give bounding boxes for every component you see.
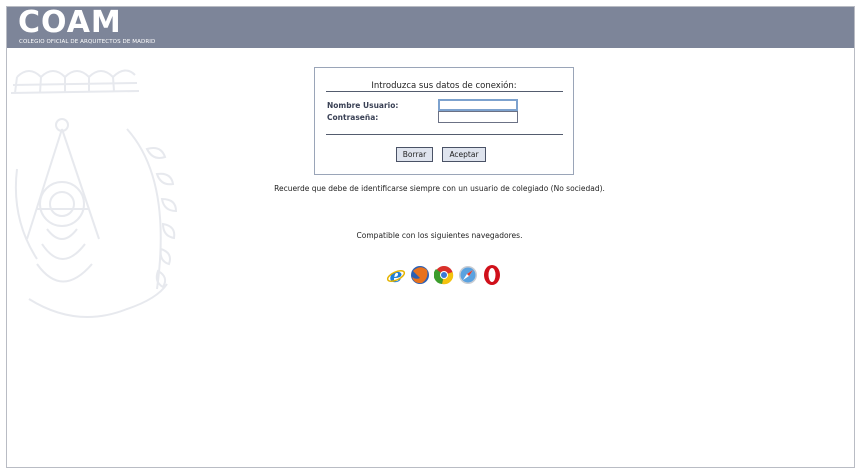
password-input[interactable] — [438, 111, 518, 123]
login-notice: Recuerde que debe de identificarse siemp… — [274, 184, 605, 193]
compatibility-text: Compatible con los siguientes navegadore… — [356, 231, 523, 240]
opera-icon[interactable] — [482, 264, 502, 286]
login-title: Introduzca sus datos de conexión: — [371, 81, 517, 91]
page-frame: COAM COLEGIO OFICIAL DE ARQUITECTOS DE M… — [6, 6, 855, 468]
username-input[interactable] — [438, 99, 518, 111]
divider — [326, 91, 563, 92]
logo-subtitle: COLEGIO OFICIAL DE ARQUITECTOS DE MADRID — [19, 39, 156, 45]
safari-icon[interactable] — [458, 264, 478, 286]
svg-text:e: e — [390, 264, 403, 286]
internet-explorer-icon[interactable]: e — [386, 264, 406, 286]
username-label: Nombre Usuario: — [327, 101, 399, 110]
clear-button[interactable]: Borrar — [396, 147, 433, 162]
browser-icons: e — [386, 264, 502, 288]
coat-of-arms-watermark — [10, 69, 178, 318]
submit-button[interactable]: Aceptar — [442, 147, 486, 162]
chrome-icon[interactable] — [434, 264, 454, 286]
divider — [326, 134, 563, 135]
logo-word: COAM — [18, 6, 122, 40]
site-header: COAM COLEGIO OFICIAL DE ARQUITECTOS DE M… — [7, 7, 854, 48]
coam-logo[interactable]: COAM COLEGIO OFICIAL DE ARQUITECTOS DE M… — [18, 8, 155, 48]
login-form: Introduzca sus datos de conexión: Nombre… — [314, 67, 574, 175]
password-label: Contraseña: — [327, 113, 379, 122]
firefox-icon[interactable] — [410, 264, 430, 286]
